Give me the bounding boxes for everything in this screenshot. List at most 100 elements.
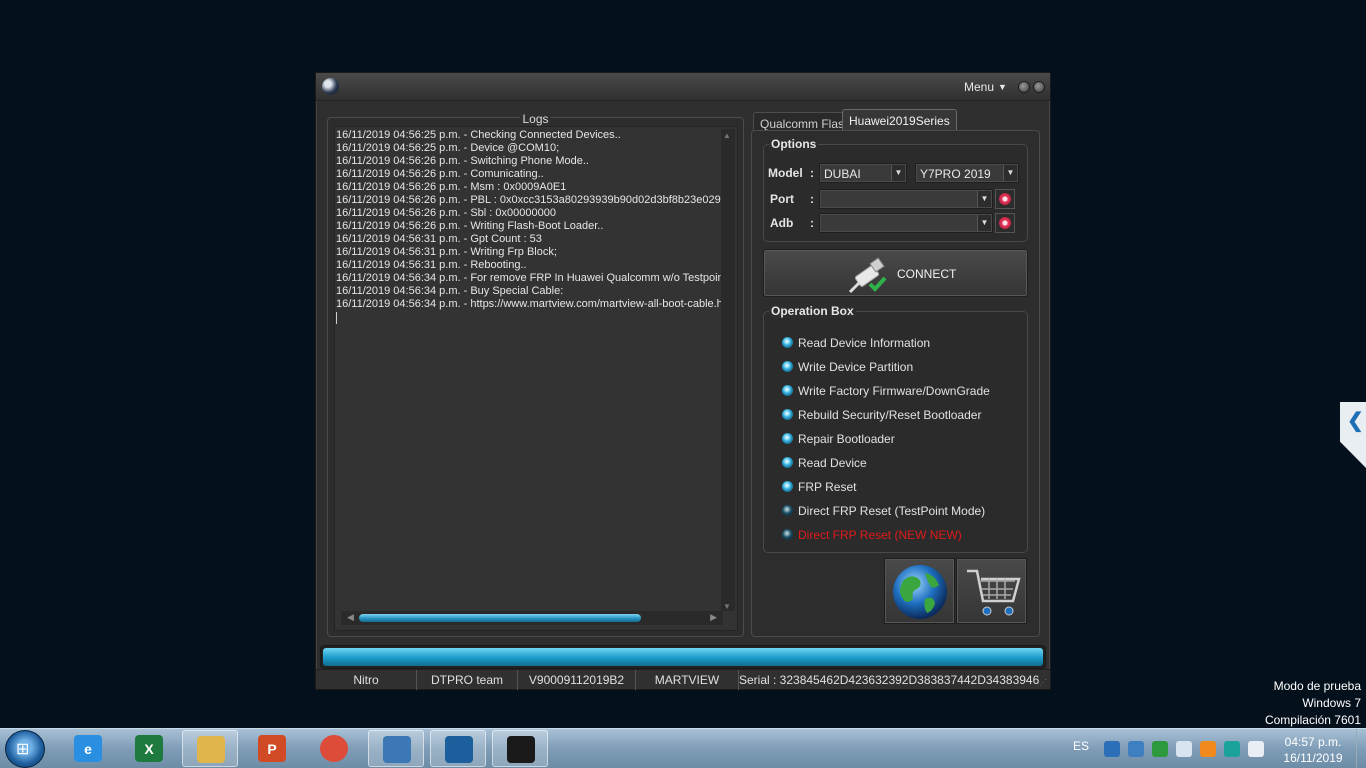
status-version: V90009112019B2: [518, 670, 636, 690]
status-bar: Nitro DTPRO team V90009112019B2 MARTVIEW…: [316, 669, 1050, 690]
log-line: 16/11/2019 04:56:31 p.m. - Rebooting..: [336, 259, 527, 271]
log-line: 16/11/2019 04:56:26 p.m. - Writing Flash…: [336, 220, 604, 232]
adb-colon: :: [810, 216, 814, 230]
shop-button[interactable]: [956, 558, 1027, 624]
tray-security-icon[interactable]: [1152, 741, 1168, 757]
scroll-up-icon[interactable]: ▲: [723, 131, 731, 140]
port-refresh-button[interactable]: [995, 189, 1015, 209]
chevron-down-icon: ▼: [977, 191, 991, 207]
huawei-panel: Options Model : DUBAI ▼ Y7PRO 2019 ▼ Por…: [751, 130, 1040, 637]
radio-bullet-icon[interactable]: [782, 505, 793, 516]
taskbar-chrome[interactable]: [306, 730, 362, 767]
radio-bullet-icon[interactable]: [782, 361, 793, 372]
chevron-down-icon: ▼: [1003, 165, 1017, 181]
log-line: 16/11/2019 04:56:31 p.m. - Writing Frp B…: [336, 246, 557, 258]
clock-date: 16/11/2019: [1283, 751, 1343, 765]
watermark-line: Compilación 7601: [1264, 713, 1361, 727]
taskbar-remote-desktop[interactable]: [430, 730, 486, 767]
adb-refresh-button[interactable]: [995, 213, 1015, 233]
operation-label: Direct FRP Reset (NEW NEW): [798, 528, 962, 542]
web-button[interactable]: [884, 558, 955, 624]
options-title: Options: [769, 137, 819, 151]
operation-label: Direct FRP Reset (TestPoint Mode): [798, 504, 986, 518]
scroll-thumb[interactable]: [359, 614, 641, 622]
usb-cable-icon: [848, 257, 887, 294]
chrome-icon: [320, 735, 348, 762]
radio-bullet-icon[interactable]: [782, 433, 793, 444]
model-select[interactable]: DUBAI ▼: [819, 163, 907, 183]
tray-signal-icon[interactable]: [1200, 741, 1216, 757]
radio-bullet-icon[interactable]: [782, 337, 793, 348]
app-logo-icon: [322, 78, 339, 95]
taskbar-network-app[interactable]: [368, 730, 424, 767]
radio-bullet-icon[interactable]: [782, 457, 793, 468]
radio-bullet-icon[interactable]: [782, 481, 793, 492]
radio-bullet-icon[interactable]: [782, 385, 793, 396]
radio-bullet-icon[interactable]: [782, 529, 793, 540]
logs-panel: Logs 16/11/2019 04:56:25 p.m. - Checking…: [327, 112, 744, 637]
adb-label: Adb: [770, 216, 794, 230]
operation-label: Read Device Information: [798, 336, 931, 350]
model-colon: :: [810, 166, 814, 180]
variant-select[interactable]: Y7PRO 2019 ▼: [915, 163, 1019, 183]
log-line: 16/11/2019 04:56:25 p.m. - Checking Conn…: [336, 129, 621, 141]
log-line: 16/11/2019 04:56:34 p.m. - https://www.m…: [336, 298, 721, 310]
excel-icon: X: [135, 735, 163, 762]
scroll-right-icon[interactable]: ▶: [710, 612, 717, 623]
logs-textarea[interactable]: 16/11/2019 04:56:25 p.m. - Checking Conn…: [334, 126, 738, 631]
tray-network-icon[interactable]: [1248, 741, 1264, 757]
tray-app-1-icon[interactable]: [1104, 741, 1120, 757]
operation-box-title: Operation Box: [769, 304, 856, 318]
menu-button[interactable]: Menu ▼: [964, 80, 1007, 94]
taskbar-martview-tool[interactable]: [492, 730, 548, 767]
title-bar[interactable]: Menu ▼: [316, 73, 1050, 101]
resize-grip-icon[interactable]: ⋰: [1039, 678, 1047, 687]
taskbar-excel[interactable]: X: [121, 730, 177, 767]
model-label: Model: [768, 166, 803, 180]
chevron-left-icon: ❮: [1347, 410, 1364, 432]
menu-label: Menu: [964, 80, 995, 94]
windows-logo-icon: ⊞: [16, 741, 30, 758]
scroll-left-icon[interactable]: ◀: [347, 612, 354, 623]
radio-bullet-icon[interactable]: [782, 409, 793, 420]
taskbar-file-explorer[interactable]: [182, 730, 238, 767]
log-line: 16/11/2019 04:56:25 p.m. - Device @COM10…: [336, 142, 560, 154]
log-line: 16/11/2019 04:56:34 p.m. - For remove FR…: [336, 272, 721, 284]
tray-app-2-icon[interactable]: [1128, 741, 1144, 757]
operation-label: FRP Reset: [798, 480, 857, 494]
log-line: 16/11/2019 04:56:26 p.m. - Switching Pho…: [336, 155, 589, 167]
connect-button[interactable]: CONNECT: [763, 249, 1028, 297]
clock[interactable]: 04:57 p.m. 16/11/2019: [1270, 734, 1356, 766]
minimize-button[interactable]: [1018, 81, 1030, 93]
log-line: 16/11/2019 04:56:26 p.m. - Sbl : 0x00000…: [336, 207, 556, 219]
taskbar: ⊞ e X P ES 04:57 p.m. 16/11/2019: [0, 728, 1366, 768]
taskbar-powerpoint[interactable]: P: [244, 730, 300, 767]
progress-fill: [323, 648, 1043, 666]
status-brand: MARTVIEW: [636, 670, 739, 690]
logs-horizontal-scrollbar[interactable]: ◀ ▶: [341, 611, 723, 625]
operation-label: Read Device: [798, 456, 867, 470]
side-panel-tab[interactable]: ❮: [1340, 402, 1366, 468]
log-line: 16/11/2019 04:56:26 p.m. - Comunicating.…: [336, 168, 544, 180]
log-line: 16/11/2019 04:56:26 p.m. - Msm : 0x0009A…: [336, 181, 567, 193]
file-explorer-icon: [197, 736, 225, 763]
logs-vertical-scrollbar[interactable]: ▲ ▼: [721, 129, 735, 611]
close-button[interactable]: [1033, 81, 1045, 93]
powerpoint-icon: P: [258, 735, 286, 762]
log-line: 16/11/2019 04:56:34 p.m. - Buy Special C…: [336, 285, 564, 297]
scroll-down-icon[interactable]: ▼: [723, 602, 731, 611]
taskbar-internet-explorer[interactable]: e: [60, 730, 116, 767]
adb-select[interactable]: ▼: [819, 213, 993, 233]
progress-bar: [320, 645, 1046, 669]
show-desktop-button[interactable]: [1356, 729, 1366, 768]
operation-label: Rebuild Security/Reset Bootloader: [798, 408, 982, 422]
tray-eset-icon[interactable]: [1224, 741, 1240, 757]
status-serial: Serial : 323845462D423632392D383837442D3…: [739, 673, 1040, 687]
start-button[interactable]: ⊞: [5, 730, 45, 768]
tab-huawei2019series[interactable]: Huawei2019Series: [842, 109, 957, 131]
tray-volume-icon[interactable]: [1176, 741, 1192, 757]
language-indicator[interactable]: ES: [1073, 739, 1089, 753]
logs-title: Logs: [520, 112, 551, 126]
port-select[interactable]: ▼: [819, 189, 993, 209]
remote-desktop-icon: [445, 736, 473, 763]
